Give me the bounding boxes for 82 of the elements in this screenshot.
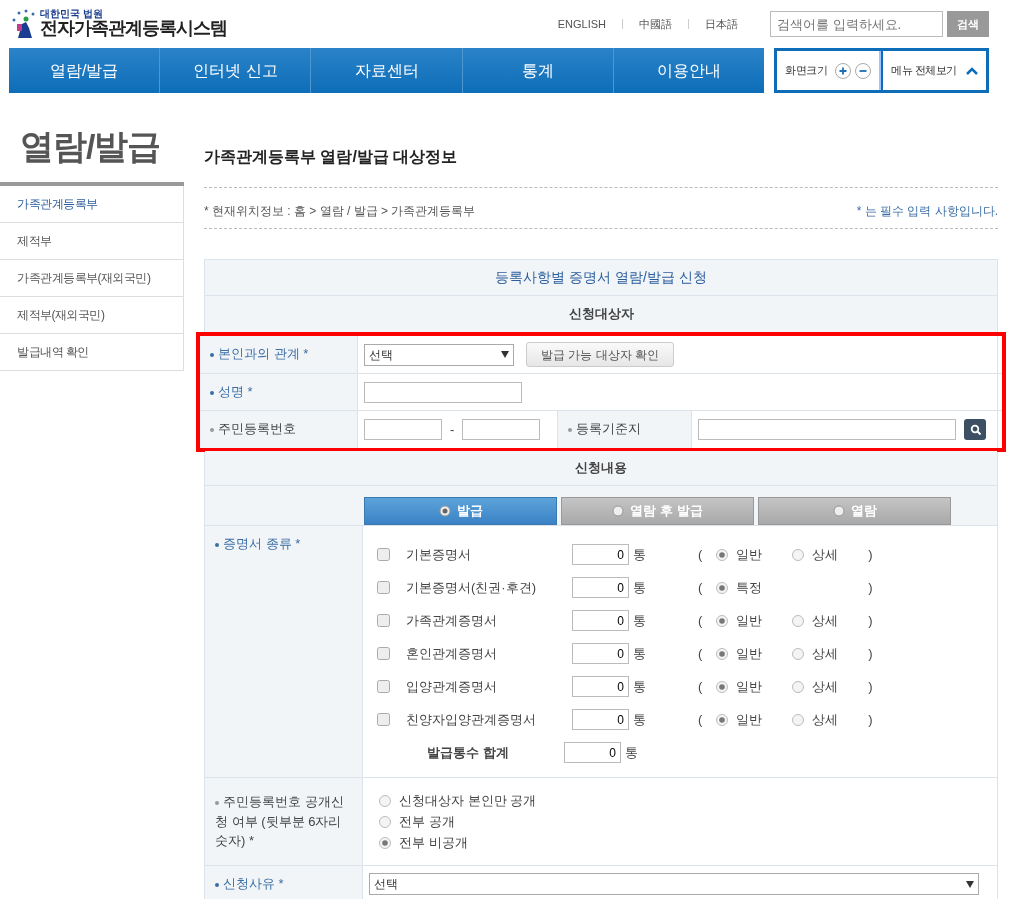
sidebar-item[interactable]: 제적부 bbox=[0, 223, 184, 260]
sidebar-item[interactable]: 가족관계등록부 bbox=[0, 186, 184, 223]
certificate-name: 기본증명서 bbox=[406, 545, 472, 564]
count-field[interactable]: 0 bbox=[572, 643, 629, 664]
count-field[interactable]: 0 bbox=[572, 709, 629, 730]
reason-select[interactable]: 선택 bbox=[369, 873, 979, 895]
field-label: 신청사유 * bbox=[205, 866, 363, 899]
option-label: 상세 bbox=[812, 710, 839, 729]
language-link[interactable]: ENGLISH bbox=[557, 15, 606, 33]
unit-text: 통 bbox=[633, 611, 646, 630]
option-label: 특정 bbox=[736, 578, 763, 597]
option-label: 일반 bbox=[736, 644, 763, 663]
zoom-label: 화면크기 bbox=[785, 63, 827, 79]
nav-item[interactable]: 이용안내 bbox=[613, 48, 764, 93]
sidebar-item[interactable]: 가족관계등록부(재외국민) bbox=[0, 260, 184, 297]
option-label: 상세 bbox=[812, 677, 839, 696]
parenthesis-text: ( bbox=[698, 611, 703, 630]
sidebar-item[interactable]: 제적부(재외국민) bbox=[0, 297, 184, 334]
nav-item[interactable]: 열람/발급 bbox=[9, 48, 161, 93]
certificate-name: 기본증명서(친권·후견) bbox=[406, 578, 537, 597]
option-label: 전부 비공개 bbox=[399, 833, 468, 852]
nav-item[interactable]: 인터넷 신고 bbox=[160, 48, 312, 93]
parenthesis-text: ) bbox=[868, 578, 873, 597]
option-label: 상세 bbox=[812, 611, 839, 630]
section-heading: 신청대상자 bbox=[568, 305, 634, 324]
parenthesis-text: ( bbox=[698, 578, 703, 597]
search-field[interactable]: 검색어를 입력하세요. bbox=[770, 11, 943, 37]
unit-text: 통 bbox=[633, 710, 646, 729]
language-link[interactable]: 日本語 bbox=[705, 15, 738, 33]
field-label: 성명 * bbox=[200, 374, 358, 410]
parenthesis-text: ( bbox=[698, 677, 703, 696]
option-label: 일반 bbox=[736, 611, 763, 630]
count-field[interactable]: 0 bbox=[572, 577, 629, 598]
separator-text: - bbox=[450, 420, 455, 439]
unit-text: 통 bbox=[625, 743, 638, 762]
total-label: 발급통수 합계 bbox=[427, 743, 510, 762]
option-label: 일반 bbox=[736, 710, 763, 729]
form-title: 등록사항별 증명서 열람/발급 신청 bbox=[495, 268, 707, 287]
count-field[interactable]: 0 bbox=[572, 676, 629, 697]
organization-name: 대한민국 법원 bbox=[40, 9, 104, 20]
certificate-name: 혼인관계증명서 bbox=[406, 644, 498, 663]
required-note: * 는 필수 입력 사항입니다. bbox=[856, 203, 998, 220]
count-field[interactable]: 0 bbox=[572, 544, 629, 565]
certificate-name: 친양자입양관계증명서 bbox=[406, 710, 537, 729]
page-title: 가족관계등록부 열람/발급 대상정보 bbox=[204, 147, 459, 167]
certificate-name: 입양관계증명서 bbox=[406, 677, 498, 696]
field-label: 증명서 종류 * bbox=[205, 526, 363, 777]
nav-item[interactable]: 자료센터 bbox=[311, 48, 463, 93]
option-label: 일반 bbox=[736, 545, 763, 564]
total-count-field[interactable]: 0 bbox=[564, 742, 621, 763]
field-label: 주민등록번호 bbox=[200, 411, 358, 448]
option-label: 전부 공개 bbox=[399, 812, 455, 831]
unit-text: 통 bbox=[633, 677, 646, 696]
option-label: 신청대상자 본인만 공개 bbox=[399, 791, 537, 810]
unit-text: 통 bbox=[633, 644, 646, 663]
sidebar-item[interactable]: 발급내역 확인 bbox=[0, 334, 184, 371]
parenthesis-text: ) bbox=[868, 677, 873, 696]
section-heading: 신청내용 bbox=[575, 459, 627, 478]
system-title: 전자가족관계등록시스템 bbox=[40, 19, 227, 39]
parenthesis-text: ) bbox=[868, 644, 873, 663]
relation-select[interactable]: 선택 bbox=[364, 343, 514, 366]
parenthesis-text: ) bbox=[868, 710, 873, 729]
field-label: 주민등록번호 공개신청 여부 (뒷부분 6자리 숫자) * bbox=[205, 778, 363, 865]
parenthesis-text: ) bbox=[868, 545, 873, 564]
field-label: 본인과의 관계 * bbox=[200, 336, 358, 373]
menu-link[interactable]: 메뉴 전체보기 bbox=[891, 62, 957, 79]
nav-item[interactable]: 통계 bbox=[462, 48, 614, 93]
count-field[interactable]: 0 bbox=[572, 610, 629, 631]
option-label: 일반 bbox=[736, 677, 763, 696]
unit-text: 통 bbox=[633, 578, 646, 597]
parenthesis-text: ( bbox=[698, 710, 703, 729]
option-label: 상세 bbox=[812, 545, 839, 564]
option-label: 상세 bbox=[812, 644, 839, 663]
parenthesis-text: ( bbox=[698, 545, 703, 564]
parenthesis-text: ( bbox=[698, 644, 703, 663]
parenthesis-text: ) bbox=[868, 611, 873, 630]
breadcrumb-text: * 현재위치정보 : 홈 > 열람 / 발급 > 가족관계등록부 bbox=[204, 203, 476, 220]
unit-text: 통 bbox=[633, 545, 646, 564]
field-label: 등록기준지 bbox=[558, 411, 692, 448]
language-link[interactable]: 中國語 bbox=[639, 15, 672, 33]
certificate-name: 가족관계증명서 bbox=[406, 611, 498, 630]
check-target-button[interactable]: 발급 가능 대상자 확인 bbox=[526, 342, 674, 367]
